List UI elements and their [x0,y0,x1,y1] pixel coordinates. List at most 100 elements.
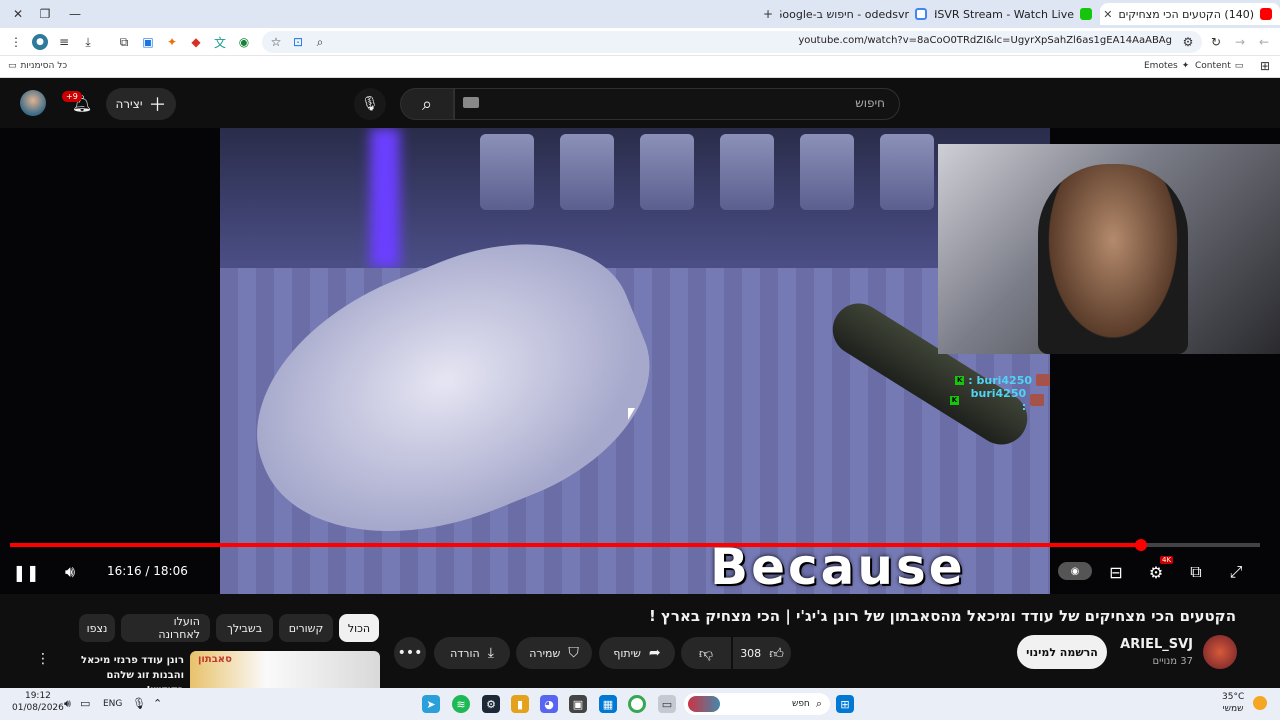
chip-related[interactable]: קשורים [279,614,333,642]
app-grid-icon[interactable]: ▦ [599,695,617,713]
progress-bar[interactable] [10,539,1260,551]
chip-recently-uploaded[interactable]: הועלו לאחרונה [121,614,210,642]
chip-all[interactable]: הכול [339,614,379,642]
tab-title: OdedSVR Stream - Watch Live [935,7,1074,21]
channel-name[interactable]: ARIEL_SVJ [1120,637,1193,652]
close-tab-icon[interactable]: ✕ [1103,8,1112,21]
search-button[interactable]: ⌕ [400,88,454,120]
speaker-icon[interactable]: 🔊︎ [64,697,71,711]
autoplay-toggle[interactable]: ◉ [1058,562,1092,580]
extensions-icon[interactable]: ⧉ [116,34,132,50]
theater-mode-button[interactable]: ⧉ [1182,558,1210,586]
translate-extension-icon[interactable]: 文 [212,34,228,50]
all-bookmarks[interactable]: ▭ כל הסימניות [8,61,67,71]
extension-icon[interactable]: ▣ [140,34,156,50]
weather-widget[interactable]: 35°C שמשי [1222,692,1244,714]
forward-icon[interactable]: → [1232,34,1248,50]
fullscreen-button[interactable]: ⤢ [1222,558,1250,586]
share-button[interactable]: ➦ שיתוף [599,637,675,669]
mouse-cursor-icon [628,408,635,420]
dislike-button[interactable]: 👎︎ [681,637,731,669]
volume-button[interactable]: 🔊︎ [56,558,84,586]
channel-avatar[interactable] [1203,635,1237,669]
share-icon: ➦ [648,645,661,661]
more-actions-button[interactable]: ••• [394,637,426,669]
steam-icon[interactable]: ⚙ [482,695,500,713]
file-explorer-icon[interactable]: ▭ [658,695,676,713]
microphone-tray-icon[interactable]: 🎙︎ [132,697,146,710]
voice-search-button[interactable]: 🎙︎ [354,88,386,120]
more-vertical-icon[interactable]: ⋮ [36,651,50,667]
spotify-icon[interactable]: ≋ [452,695,470,713]
minimize-window-icon[interactable]: — [67,6,83,22]
video-player[interactable]: buri4250 : K buri4250 : K Because ❚❚ 🔊︎ … [0,128,1280,594]
hd-badge: 4K [1160,556,1174,564]
download-button[interactable]: ⤓ הורדה [434,637,510,669]
show-hidden-icons-icon[interactable]: ⌃ [153,697,162,710]
subscribe-button[interactable]: הרשמה למינוי [1017,635,1107,669]
windows-start-icon[interactable]: ⊞ [836,695,854,713]
figure [800,134,854,210]
youtube-header: 🔔︎ +9 יצירה ＋ 🎙︎ ⌕ [0,78,1280,128]
network-icon[interactable]: ▭ [80,697,90,710]
stream-chat: buri4250 : K buri4250 : K [950,370,1050,413]
chip-watched[interactable]: נצפו [79,614,115,642]
search-input[interactable] [505,96,885,110]
keyboard-icon[interactable] [463,97,479,108]
app-icon[interactable]: ▮ [511,695,529,713]
save-button[interactable]: ⛉ שמירה [516,637,592,669]
figure [560,134,614,210]
create-button[interactable]: יצירה ＋ [106,88,176,120]
clock[interactable]: 19:12 01/08/2026 [12,691,64,713]
telegram-icon[interactable]: ➤ [422,695,440,713]
recommended-video[interactable]: סאבתון רונן עודד פרנזי מיכאל והבנות זוג … [30,651,380,696]
back-icon[interactable]: ← [1256,34,1272,50]
site-settings-icon[interactable]: ⚙ [1180,34,1196,50]
bookmark-emotes-label: Emotes [1144,61,1178,71]
folder-icon: ▭ [8,61,17,71]
tab-kick-stream[interactable]: OdedSVR Stream - Watch Live ✕ [935,3,1100,25]
reading-list-icon[interactable]: ≡ [56,34,72,50]
emote-icon [1036,374,1050,386]
discord-icon[interactable]: ◕ [540,695,558,713]
chat-user: buri4250 : [970,387,1027,413]
extension-icon[interactable]: ◉ [236,34,252,50]
taskbar-search[interactable]: חפש ⌕ [684,693,830,715]
recommended-thumbnail: סאבתון [190,651,380,688]
figure [880,134,934,210]
address-bar[interactable]: ☆ ⊡ ⌕ youtube.com/watch?v=8aCoO0TRdZI&lc… [262,31,1202,53]
close-window-icon[interactable]: ✕ [10,6,26,22]
video-title: הקטעים הכי מצחיקים של עודד ומיכאל מהסאבת… [648,607,1236,625]
app-icon[interactable]: ▣ [569,695,587,713]
extension-icon[interactable]: ✦ [164,34,180,50]
downloads-icon[interactable]: ⤓ [80,34,96,50]
apps-grid-icon[interactable]: ⊞ [1260,59,1270,73]
language-indicator[interactable]: ENG [103,699,122,709]
install-app-icon[interactable]: ⊡ [290,34,306,50]
bookmark-content[interactable]: Content ▭ [1195,61,1243,71]
download-icon: ⤓ [487,645,494,661]
like-button[interactable]: 👍︎ 308 [733,637,791,669]
share-label: שיתוף [613,646,641,660]
bookmark-star-icon[interactable]: ☆ [268,34,284,50]
menu-dots-icon[interactable]: ⋮ [8,34,24,50]
profile-icon[interactable]: ● [32,34,48,50]
subtitles-button[interactable]: ⊟ [1102,558,1130,586]
progress-scrubber[interactable] [1135,539,1148,551]
pause-button[interactable]: ❚❚ [12,558,40,586]
tab-google-search[interactable]: odedsvr - חיפוש ב-Google ✕ [780,3,935,25]
bookmark-emotes[interactable]: Emotes ✦ [1144,61,1189,71]
chrome-icon[interactable] [628,695,646,713]
restore-window-icon[interactable]: ❐ [37,6,53,22]
extension-icon[interactable]: ◆ [188,34,204,50]
new-tab-button[interactable]: + [760,6,776,22]
reload-icon[interactable]: ↻ [1208,34,1224,50]
avatar[interactable] [20,90,46,116]
tab-youtube[interactable]: (140) הקטעים הכי מצחיקים ✕ [1100,3,1280,25]
microphone-icon: 🎙︎ [361,96,379,112]
figure [720,134,774,210]
zoom-icon[interactable]: ⌕ [312,34,328,50]
chip-for-you[interactable]: בשבילך [216,614,273,642]
tab-title: odedsvr - חיפוש ב-Google [780,7,909,21]
chat-user: buri4250 : [968,373,1032,387]
